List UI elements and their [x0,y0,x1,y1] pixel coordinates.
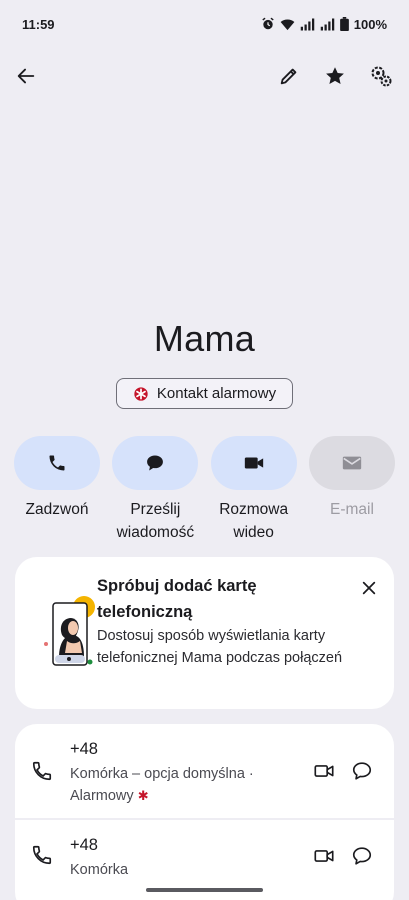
gesture-navigation-bar[interactable] [146,888,263,892]
star-icon [326,67,344,84]
phone-icon [32,845,52,865]
signal-icon-2 [320,18,334,30]
row-video-call-button[interactable] [309,841,339,871]
call-label: Zadzwoń [25,501,89,518]
promo-body: Dostosuj sposób wyświetlania karty telef… [97,628,343,666]
emergency-contact-chip[interactable]: Kontakt alarmowy [116,378,293,409]
call-button[interactable] [14,436,100,490]
video-label: Rozmowa wideo [219,501,289,541]
message-button[interactable] [112,436,199,490]
phone-row-1[interactable]: +48 Komórka – opcja domyślna · Alarmowy … [15,724,394,818]
close-icon [362,581,376,595]
favorite-button[interactable] [315,56,355,96]
battery-icon [339,17,349,31]
alarm-icon [262,17,274,30]
video-icon [244,457,263,469]
row-message-button[interactable] [347,841,377,871]
phone-icon [49,455,65,471]
emergency-asterisk-icon [134,386,148,401]
contact-name: Mama [153,318,256,359]
phone-type: Komórka – opcja domyślna · Alarmowy ✱ [70,766,254,804]
calling-card-illustration [44,596,95,666]
video-call-button[interactable] [210,436,297,490]
contact-settings-button[interactable] [361,56,401,96]
top-actions [269,56,401,96]
quick-actions: Zadzwoń Prześlij wiadomość Rozmowa wideo… [14,436,395,546]
phone-number: +48 [70,740,98,758]
mail-icon [342,456,362,470]
status-bar: 11:59 100% [0,0,409,48]
message-action[interactable]: Prześlij wiadomość [112,436,199,546]
email-action: E-mail [308,436,395,546]
phone-number: +48 [70,836,98,854]
back-button[interactable] [6,56,46,96]
promo-close-button[interactable] [352,571,386,605]
phone-numbers-list: +48 Komórka – opcja domyślna · Alarmowy … [15,724,394,900]
wifi-icon [280,18,295,30]
status-icons: 100% [261,17,387,32]
edit-pencil-icon [280,68,297,85]
back-arrow-icon [17,68,35,84]
promo-title: Spróbuj dodać kartę telefoniczną [97,577,257,621]
video-action[interactable]: Rozmowa wideo [210,436,297,546]
message-label: Prześlij wiadomość [116,501,195,541]
phone-type: Komórka [70,862,129,878]
edit-button[interactable] [269,56,309,96]
call-action[interactable]: Zadzwoń [14,436,100,546]
emergency-star-icon: ✱ [137,788,149,803]
row-video-call-button[interactable] [309,756,339,786]
row-message-button[interactable] [347,756,377,786]
video-icon [314,850,334,862]
battery-level: 100% [353,16,387,32]
settings-gear-icon [371,66,392,87]
emergency-chip-label: Kontakt alarmowy [156,385,277,402]
message-icon [352,847,372,865]
message-icon [147,455,164,471]
video-icon [314,765,334,777]
email-button [308,436,395,490]
email-label: E-mail [330,501,374,518]
calling-card-promo[interactable]: Spróbuj dodać kartę telefoniczną Dostosu… [15,557,394,709]
message-icon [352,762,372,780]
signal-icon [300,18,314,30]
status-time: 11:59 [22,16,55,32]
phone-icon [32,761,52,781]
top-app-bar [0,52,409,100]
